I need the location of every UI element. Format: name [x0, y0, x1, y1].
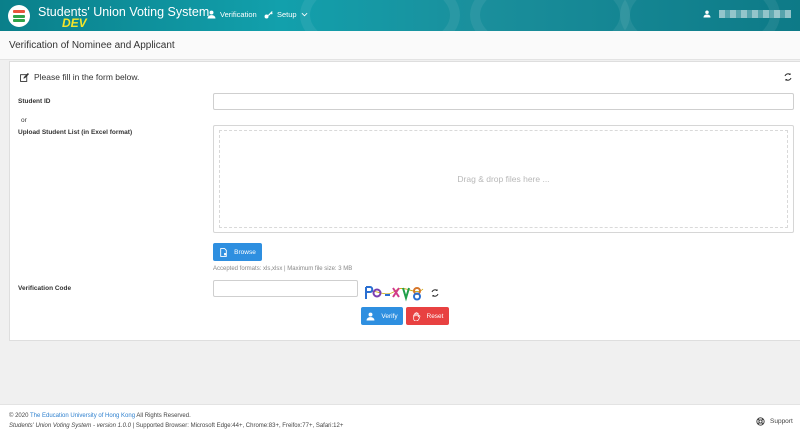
rights-text: All Rights Reserved. — [136, 413, 191, 419]
accepted-formats: Accepted formats: xls,xlsx | Maximum fil… — [213, 266, 353, 272]
file-dropzone[interactable]: Drag & drop files here ... — [213, 125, 794, 233]
footer-version: Students' Union Voting System - version … — [9, 423, 343, 429]
user-check-icon — [366, 312, 375, 320]
env-badge: DEV — [62, 16, 87, 30]
footer-copyright: © 2020 The Education University of Hong … — [9, 413, 191, 419]
support-label: Support — [770, 418, 793, 425]
upload-label: Upload Student List (in Excel format) — [18, 129, 133, 136]
refresh-icon[interactable] — [784, 73, 792, 81]
captcha-refresh-icon[interactable] — [431, 289, 439, 297]
form-intro: Please fill in the form below. — [20, 72, 139, 82]
nav-verification-label: Verification — [220, 10, 257, 19]
student-id-input[interactable] — [213, 93, 794, 110]
verification-code-input[interactable] — [213, 280, 358, 297]
user-icon — [703, 10, 711, 18]
user-check-icon — [207, 10, 216, 19]
user-name-redacted — [719, 10, 791, 18]
copyright-prefix: © 2020 — [9, 413, 29, 419]
version-text: Students' Union Voting System - version … — [9, 423, 131, 429]
browse-label: Browse — [234, 248, 256, 256]
browsers-text: | Supported Browser: Microsoft Edge:44+,… — [132, 423, 344, 429]
dropzone-inner: Drag & drop files here ... — [219, 130, 788, 228]
nav-setup-label: Setup — [277, 10, 297, 19]
footer: © 2020 The Education University of Hong … — [0, 404, 800, 434]
user-menu[interactable] — [703, 10, 791, 18]
chevron-down-icon — [301, 12, 308, 17]
browse-button[interactable]: Browse — [213, 243, 262, 261]
reset-label: Reset — [426, 312, 444, 320]
dropzone-text: Drag & drop files here ... — [457, 174, 550, 184]
app-logo-icon[interactable] — [8, 5, 30, 27]
verification-code-label: Verification Code — [18, 285, 72, 292]
support-link[interactable]: Support — [756, 417, 793, 426]
reset-button[interactable]: Reset — [406, 307, 449, 325]
navbar-decoration — [300, 0, 460, 31]
verification-form-card: Please fill in the form below. Student I… — [9, 61, 800, 341]
key-icon — [264, 11, 273, 19]
page-title: Verification of Nominee and Applicant — [9, 40, 175, 51]
navbar-decoration — [470, 0, 630, 31]
or-text: or — [21, 117, 27, 124]
form-intro-text: Please fill in the form below. — [34, 72, 140, 82]
edit-icon — [20, 72, 29, 82]
student-id-label: Student ID — [18, 98, 51, 105]
hand-icon — [412, 311, 420, 321]
lifebuoy-icon — [756, 417, 765, 426]
nav-verification[interactable]: Verification — [207, 10, 257, 19]
university-link[interactable]: The Education University of Hong Kong — [30, 413, 135, 419]
page-header: Verification of Nominee and Applicant — [0, 31, 800, 60]
verify-label: Verify — [381, 312, 398, 320]
navbar: Students' Union Voting System DEV Verifi… — [0, 0, 800, 31]
captcha-image — [363, 283, 425, 302]
nav-setup[interactable]: Setup — [264, 10, 308, 19]
file-icon — [220, 247, 227, 257]
verify-button[interactable]: Verify — [361, 307, 403, 325]
